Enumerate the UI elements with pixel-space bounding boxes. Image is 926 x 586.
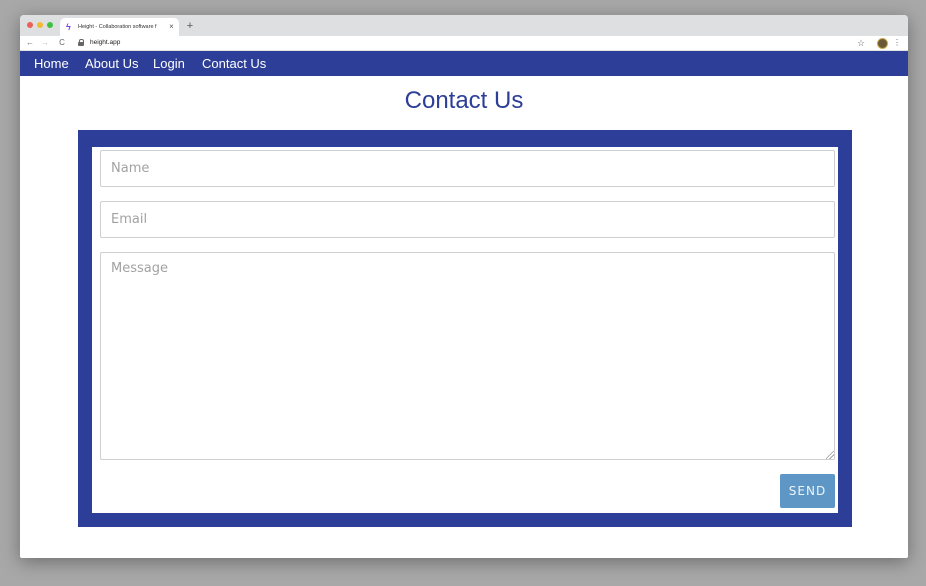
- nav-link-home[interactable]: Home: [34, 51, 69, 76]
- message-textarea[interactable]: [100, 252, 835, 460]
- profile-avatar[interactable]: [877, 38, 888, 49]
- site-navbar: Home About Us Login Contact Us: [20, 51, 908, 76]
- height-favicon-icon: ϟ: [66, 22, 71, 32]
- email-input[interactable]: [100, 201, 835, 238]
- address-bar: ← → C height.app ☆ ⋮: [20, 36, 908, 51]
- contact-form: SEND: [92, 147, 838, 513]
- minimize-window-button[interactable]: [37, 22, 43, 28]
- browser-tab[interactable]: ϟ Height - Collaboration software f ×: [60, 18, 179, 36]
- send-button[interactable]: SEND: [780, 474, 835, 508]
- nav-link-contact-us[interactable]: Contact Us: [202, 51, 266, 76]
- tab-title: Height - Collaboration software f: [78, 24, 157, 30]
- forward-arrow-icon[interactable]: →: [40, 37, 50, 49]
- page-title: Contact Us: [404, 87, 524, 114]
- nav-link-about-us[interactable]: About Us: [85, 51, 138, 76]
- maximize-window-button[interactable]: [47, 22, 53, 28]
- close-window-button[interactable]: [27, 22, 33, 28]
- lock-icon: [78, 39, 84, 47]
- reload-icon[interactable]: C: [57, 37, 67, 49]
- browser-menu-icon[interactable]: ⋮: [893, 37, 901, 49]
- name-input[interactable]: [100, 150, 835, 187]
- browser-window: ϟ Height - Collaboration software f × + …: [20, 15, 908, 558]
- new-tab-icon[interactable]: +: [185, 20, 195, 32]
- bookmark-star-icon[interactable]: ☆: [856, 37, 866, 49]
- tab-strip: ϟ Height - Collaboration software f × +: [20, 15, 908, 36]
- close-tab-icon[interactable]: ×: [167, 22, 176, 32]
- url-field[interactable]: height.app: [90, 37, 210, 49]
- resize-handle-icon[interactable]: [826, 451, 834, 459]
- contact-form-frame: SEND: [78, 130, 852, 527]
- back-arrow-icon[interactable]: ←: [25, 37, 35, 49]
- nav-link-login[interactable]: Login: [153, 51, 185, 76]
